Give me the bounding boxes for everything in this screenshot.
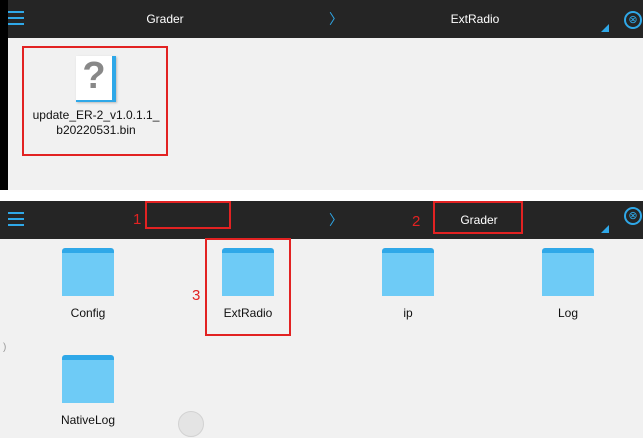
breadcrumb-current[interactable]: ExtRadio [400,0,550,38]
breadcrumb-separator-icon: 〉 [329,212,343,228]
menu-icon[interactable] [8,11,24,25]
toolbar: 〉 Grader ⊗ [0,201,643,239]
corner-indicator-icon [601,225,609,233]
folder-item-nativelog[interactable]: NativeLog [38,355,138,427]
folder-icon [542,248,594,296]
folder-name: Config [70,306,106,320]
edge-chevron-icon: ) [3,342,7,353]
corner-indicator-icon [601,24,609,32]
folder-icon [382,248,434,296]
close-icon[interactable]: ⊗ [624,11,642,29]
folder-icon [62,355,114,403]
faint-circle-icon [178,411,204,437]
file-browser-screen-1: Grader 〉 ExtRadio ⊗ ? update_ER-2_v1.0.1… [0,0,643,190]
breadcrumb-parent[interactable]: Grader [90,0,240,38]
file-browser-screen-2: 〉 Grader ⊗ 1 2 Config ExtRadio ip Log Na… [0,201,643,438]
folder-icon [62,248,114,296]
annotation-number: 3 [192,287,201,304]
folder-item-config[interactable]: Config [38,248,138,320]
annotation-number: 2 [412,213,421,230]
highlight-box-file [22,46,168,156]
annotation-number: 1 [133,211,142,228]
folder-name: NativeLog [60,413,116,427]
highlight-box-3 [205,238,291,336]
folder-item-log[interactable]: Log [518,248,618,320]
breadcrumb-separator-icon: 〉 [329,11,343,27]
left-edge [0,0,8,190]
highlight-box-2 [433,201,523,234]
folder-item-ip[interactable]: ip [358,248,458,320]
toolbar: Grader 〉 ExtRadio ⊗ [0,0,643,38]
highlight-box-1 [145,201,231,229]
menu-icon[interactable] [8,212,24,226]
folder-name: Log [557,306,579,320]
folder-name: ip [403,306,413,320]
close-icon[interactable]: ⊗ [624,207,642,225]
